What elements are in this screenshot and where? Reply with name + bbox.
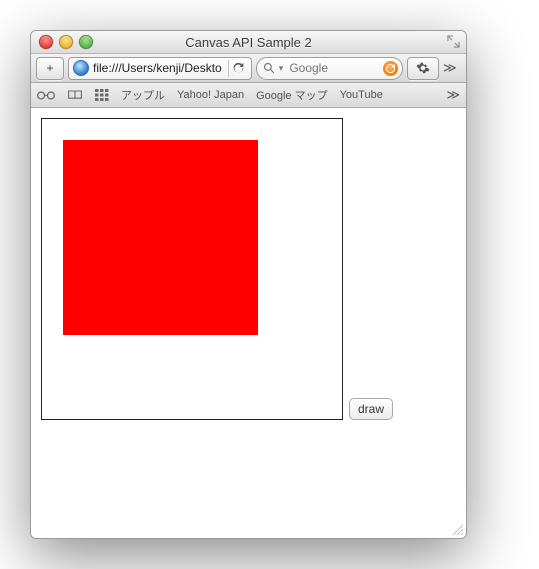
window-title: Canvas API Sample 2 [31, 35, 466, 50]
search-icon [263, 62, 275, 74]
url-text: file:///Users/kenji/Deskto [93, 61, 224, 75]
titlebar: Canvas API Sample 2 [31, 31, 466, 54]
window-controls [31, 35, 93, 49]
settings-button[interactable] [407, 57, 439, 80]
draw-button-label: draw [358, 402, 384, 416]
search-provider-icon[interactable] [383, 61, 398, 76]
bookmarks-icon[interactable] [67, 89, 83, 101]
bookmark-link[interactable]: Yahoo! Japan [177, 89, 244, 101]
close-icon[interactable] [39, 35, 53, 49]
address-bar[interactable]: file:///Users/kenji/Deskto [68, 57, 252, 80]
reload-button[interactable] [228, 60, 249, 77]
bookmark-link[interactable]: アップル [121, 87, 165, 103]
fullscreen-icon[interactable] [447, 35, 460, 48]
bookmark-link[interactable]: Google マップ [256, 87, 328, 103]
gear-icon [416, 61, 430, 75]
page-content: draw [31, 108, 466, 538]
minimize-icon[interactable] [59, 35, 73, 49]
chevron-down-icon: ▾ [279, 63, 284, 74]
search-field[interactable]: ▾ [256, 57, 403, 80]
bookmarks-bar: アップル Yahoo! Japan Google マップ YouTube ≫ [31, 83, 466, 108]
plus-icon: + [46, 61, 53, 75]
browser-window: Canvas API Sample 2 + file:///Users/kenj… [30, 30, 467, 539]
resize-grip-icon[interactable] [451, 523, 463, 535]
bookmarks-overflow-icon[interactable]: ≫ [446, 87, 460, 103]
zoom-icon[interactable] [79, 35, 93, 49]
draw-button[interactable]: draw [349, 398, 393, 420]
reading-list-icon[interactable] [37, 90, 55, 101]
search-input[interactable] [287, 60, 379, 76]
bookmark-link[interactable]: YouTube [340, 89, 383, 101]
red-square [63, 140, 258, 335]
site-icon [73, 60, 89, 76]
toolbar-overflow-icon[interactable]: ≫ [443, 60, 461, 76]
topsites-icon[interactable] [95, 89, 109, 101]
toolbar: + file:///Users/kenji/Deskto ▾ ≫ [31, 54, 466, 83]
canvas-element [41, 118, 343, 420]
new-tab-button[interactable]: + [36, 57, 64, 80]
